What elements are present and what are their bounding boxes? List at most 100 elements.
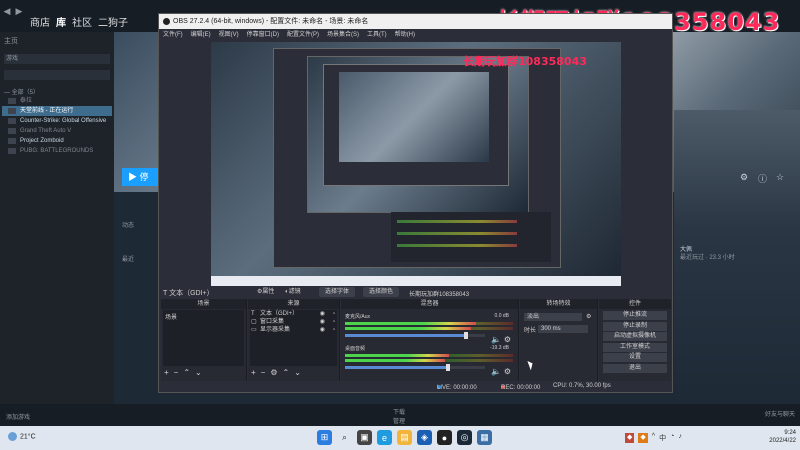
search-icon[interactable]: ⌕: [337, 430, 352, 445]
add-icon[interactable]: +: [164, 368, 169, 378]
visibility-eye-icon[interactable]: ◉: [320, 310, 325, 318]
menu-scene-collection[interactable]: 场景集合(S): [327, 29, 359, 41]
tray-app-icon[interactable]: ◆: [638, 433, 648, 443]
star-icon[interactable]: ☆: [776, 172, 784, 183]
forward-arrow-icon[interactable]: ▶: [14, 6, 24, 16]
gear-icon[interactable]: ⚙: [586, 313, 591, 320]
transition-type-select[interactable]: 淡出: [524, 313, 582, 321]
control-button[interactable]: 设置: [603, 353, 667, 362]
move-up-icon[interactable]: ⌃: [183, 368, 190, 378]
remove-icon[interactable]: −: [261, 368, 266, 378]
nav-library[interactable]: 库: [56, 14, 66, 29]
menu-view[interactable]: 视图(V): [219, 29, 239, 41]
sources-list: T 文本（GDI+） ◉ ▫ ▢ 窗口采集 ◉ ▫ ▭ 显示器采集 ◉ ▫: [250, 310, 337, 366]
pick-font-button[interactable]: 选择字体: [319, 287, 356, 297]
visibility-eye-icon[interactable]: ◉: [320, 318, 325, 326]
source-item[interactable]: ▭ 显示器采集 ◉ ▫: [250, 326, 337, 334]
source-text-value[interactable]: 长期玩加群108358043: [409, 289, 469, 298]
move-down-icon[interactable]: ⌄: [294, 368, 301, 378]
remove-icon[interactable]: −: [174, 368, 179, 378]
source-name: 窗口采集: [260, 319, 285, 325]
duration-input[interactable]: 300 ms: [538, 325, 588, 333]
gear-icon[interactable]: ⚙: [740, 172, 748, 183]
steam-nav: 商店 库 社区 二狗子: [30, 14, 128, 29]
control-button[interactable]: 停止录制: [603, 321, 667, 331]
properties-button[interactable]: ⚙属性: [257, 287, 274, 297]
pick-color-button[interactable]: 选择颜色: [363, 287, 400, 297]
sources-toolbar: + − ⚙ ⌃ ⌄: [251, 368, 301, 378]
sidebar-game-item[interactable]: Project Zomboid: [2, 136, 112, 146]
obs-icon[interactable]: ●: [437, 430, 452, 445]
volume-slider[interactable]: [345, 332, 485, 339]
menu-help[interactable]: 帮助(H): [395, 29, 415, 41]
app-icon[interactable]: ▦: [477, 430, 492, 445]
info-icon[interactable]: ⓘ: [758, 172, 767, 185]
audio-level-meter: [345, 359, 513, 362]
add-icon[interactable]: +: [251, 368, 256, 378]
speaker-icon[interactable]: 🔈: [491, 335, 501, 344]
mixer-dock: 混音器 麦克风/Aux 0.0 dB 🔈 ⚙ 桌面音频 -19.3 dB 🔈 ⚙: [341, 299, 519, 381]
sidebar-game-item[interactable]: Grand Theft Auto V: [2, 126, 112, 136]
weather-widget[interactable]: 21°C: [8, 432, 36, 441]
gear-icon[interactable]: ⚙: [270, 368, 277, 378]
move-down-icon[interactable]: ⌄: [195, 368, 202, 378]
sidebar-game-item[interactable]: Counter-Strike: Global Offensive: [2, 116, 112, 126]
visibility-eye-icon[interactable]: ◉: [320, 326, 325, 334]
nav-store[interactable]: 商店: [30, 14, 50, 29]
bottom-add-game[interactable]: 添加游戏: [6, 412, 30, 421]
menu-profile[interactable]: 配置文件(P): [287, 29, 319, 41]
file-explorer-icon[interactable]: ▤: [397, 430, 412, 445]
nav-profile[interactable]: 二狗子: [98, 14, 128, 29]
scenes-dock-title: 场景: [161, 299, 246, 309]
steam-icon[interactable]: ◎: [457, 430, 472, 445]
mixer-track: 桌面音频 -19.3 dB 🔈 ⚙: [345, 345, 513, 376]
wifi-icon[interactable]: ◔: [670, 433, 674, 443]
volume-slider[interactable]: [345, 364, 485, 371]
speaker-icon[interactable]: 🔈: [491, 367, 501, 376]
sidebar-game-item[interactable]: 泰拉: [2, 96, 112, 106]
friends-chat-button[interactable]: 好友与聊天: [765, 409, 795, 418]
sidebar-home[interactable]: 主页: [4, 36, 18, 46]
lock-icon[interactable]: ▫: [333, 326, 335, 334]
mixer-dock-title: 混音器: [341, 299, 518, 309]
control-button[interactable]: 工作室模式: [603, 342, 667, 352]
ime-indicator[interactable]: 中: [659, 433, 666, 443]
tray-chevron-icon[interactable]: ^: [652, 433, 655, 443]
control-button[interactable]: 停止推流: [603, 311, 667, 320]
move-up-icon[interactable]: ⌃: [283, 368, 290, 378]
taskbar-clock[interactable]: 9:24 2022/4/22: [760, 429, 796, 445]
tray-app-icon[interactable]: ◆: [625, 433, 635, 443]
source-item[interactable]: T 文本（GDI+） ◉ ▫: [250, 310, 337, 318]
game-name: Project Zomboid: [20, 138, 64, 144]
store-icon[interactable]: ◈: [417, 430, 432, 445]
gear-icon[interactable]: ⚙: [504, 335, 511, 344]
sidebar-filter-select[interactable]: 游戏: [4, 54, 110, 64]
sidebar-all-label: — 全部（5）: [4, 90, 40, 96]
obs-logo-icon: [163, 18, 170, 25]
control-button[interactable]: 启动虚拟摄像机: [603, 332, 667, 341]
source-item[interactable]: ▢ 窗口采集 ◉ ▫: [250, 318, 337, 326]
control-button[interactable]: 退出: [603, 363, 667, 373]
scene-item[interactable]: 场景: [165, 312, 177, 321]
obs-preview-canvas[interactable]: 长期玩加群108358043: [211, 42, 621, 286]
controls-dock: 控件 停止推流 停止录制 启动虚拟摄像机 工作室模式 设置 退出: [599, 299, 671, 381]
menu-edit[interactable]: 编辑(E): [191, 29, 211, 41]
edge-icon[interactable]: e: [377, 430, 392, 445]
gear-icon[interactable]: ⚙: [504, 367, 511, 376]
menu-docks[interactable]: 停靠窗口(D): [247, 29, 279, 41]
lock-icon[interactable]: ▫: [333, 310, 335, 318]
task-view-icon[interactable]: ▣: [357, 430, 372, 445]
start-icon[interactable]: ⊞: [317, 430, 332, 445]
volume-icon[interactable]: ♪: [678, 433, 682, 443]
filters-button[interactable]: ◐滤镜: [285, 287, 301, 297]
menu-file[interactable]: 文件(F): [163, 29, 183, 41]
sidebar-search-input[interactable]: [4, 70, 110, 80]
downloads-status[interactable]: 下载 管理: [393, 407, 405, 425]
menu-tools[interactable]: 工具(T): [367, 29, 387, 41]
obs-titlebar[interactable]: OBS 27.2.4 (64-bit, windows) - 配置文件: 未命名…: [159, 14, 672, 29]
lock-icon[interactable]: ▫: [333, 318, 335, 326]
sidebar-game-item[interactable]: PUBG: BATTLEGROUNDS: [2, 146, 112, 156]
nav-community[interactable]: 社区: [72, 14, 92, 29]
back-arrow-icon[interactable]: ◀: [2, 6, 12, 16]
sidebar-game-item[interactable]: 天堂前线 - 正在运行: [2, 106, 112, 116]
